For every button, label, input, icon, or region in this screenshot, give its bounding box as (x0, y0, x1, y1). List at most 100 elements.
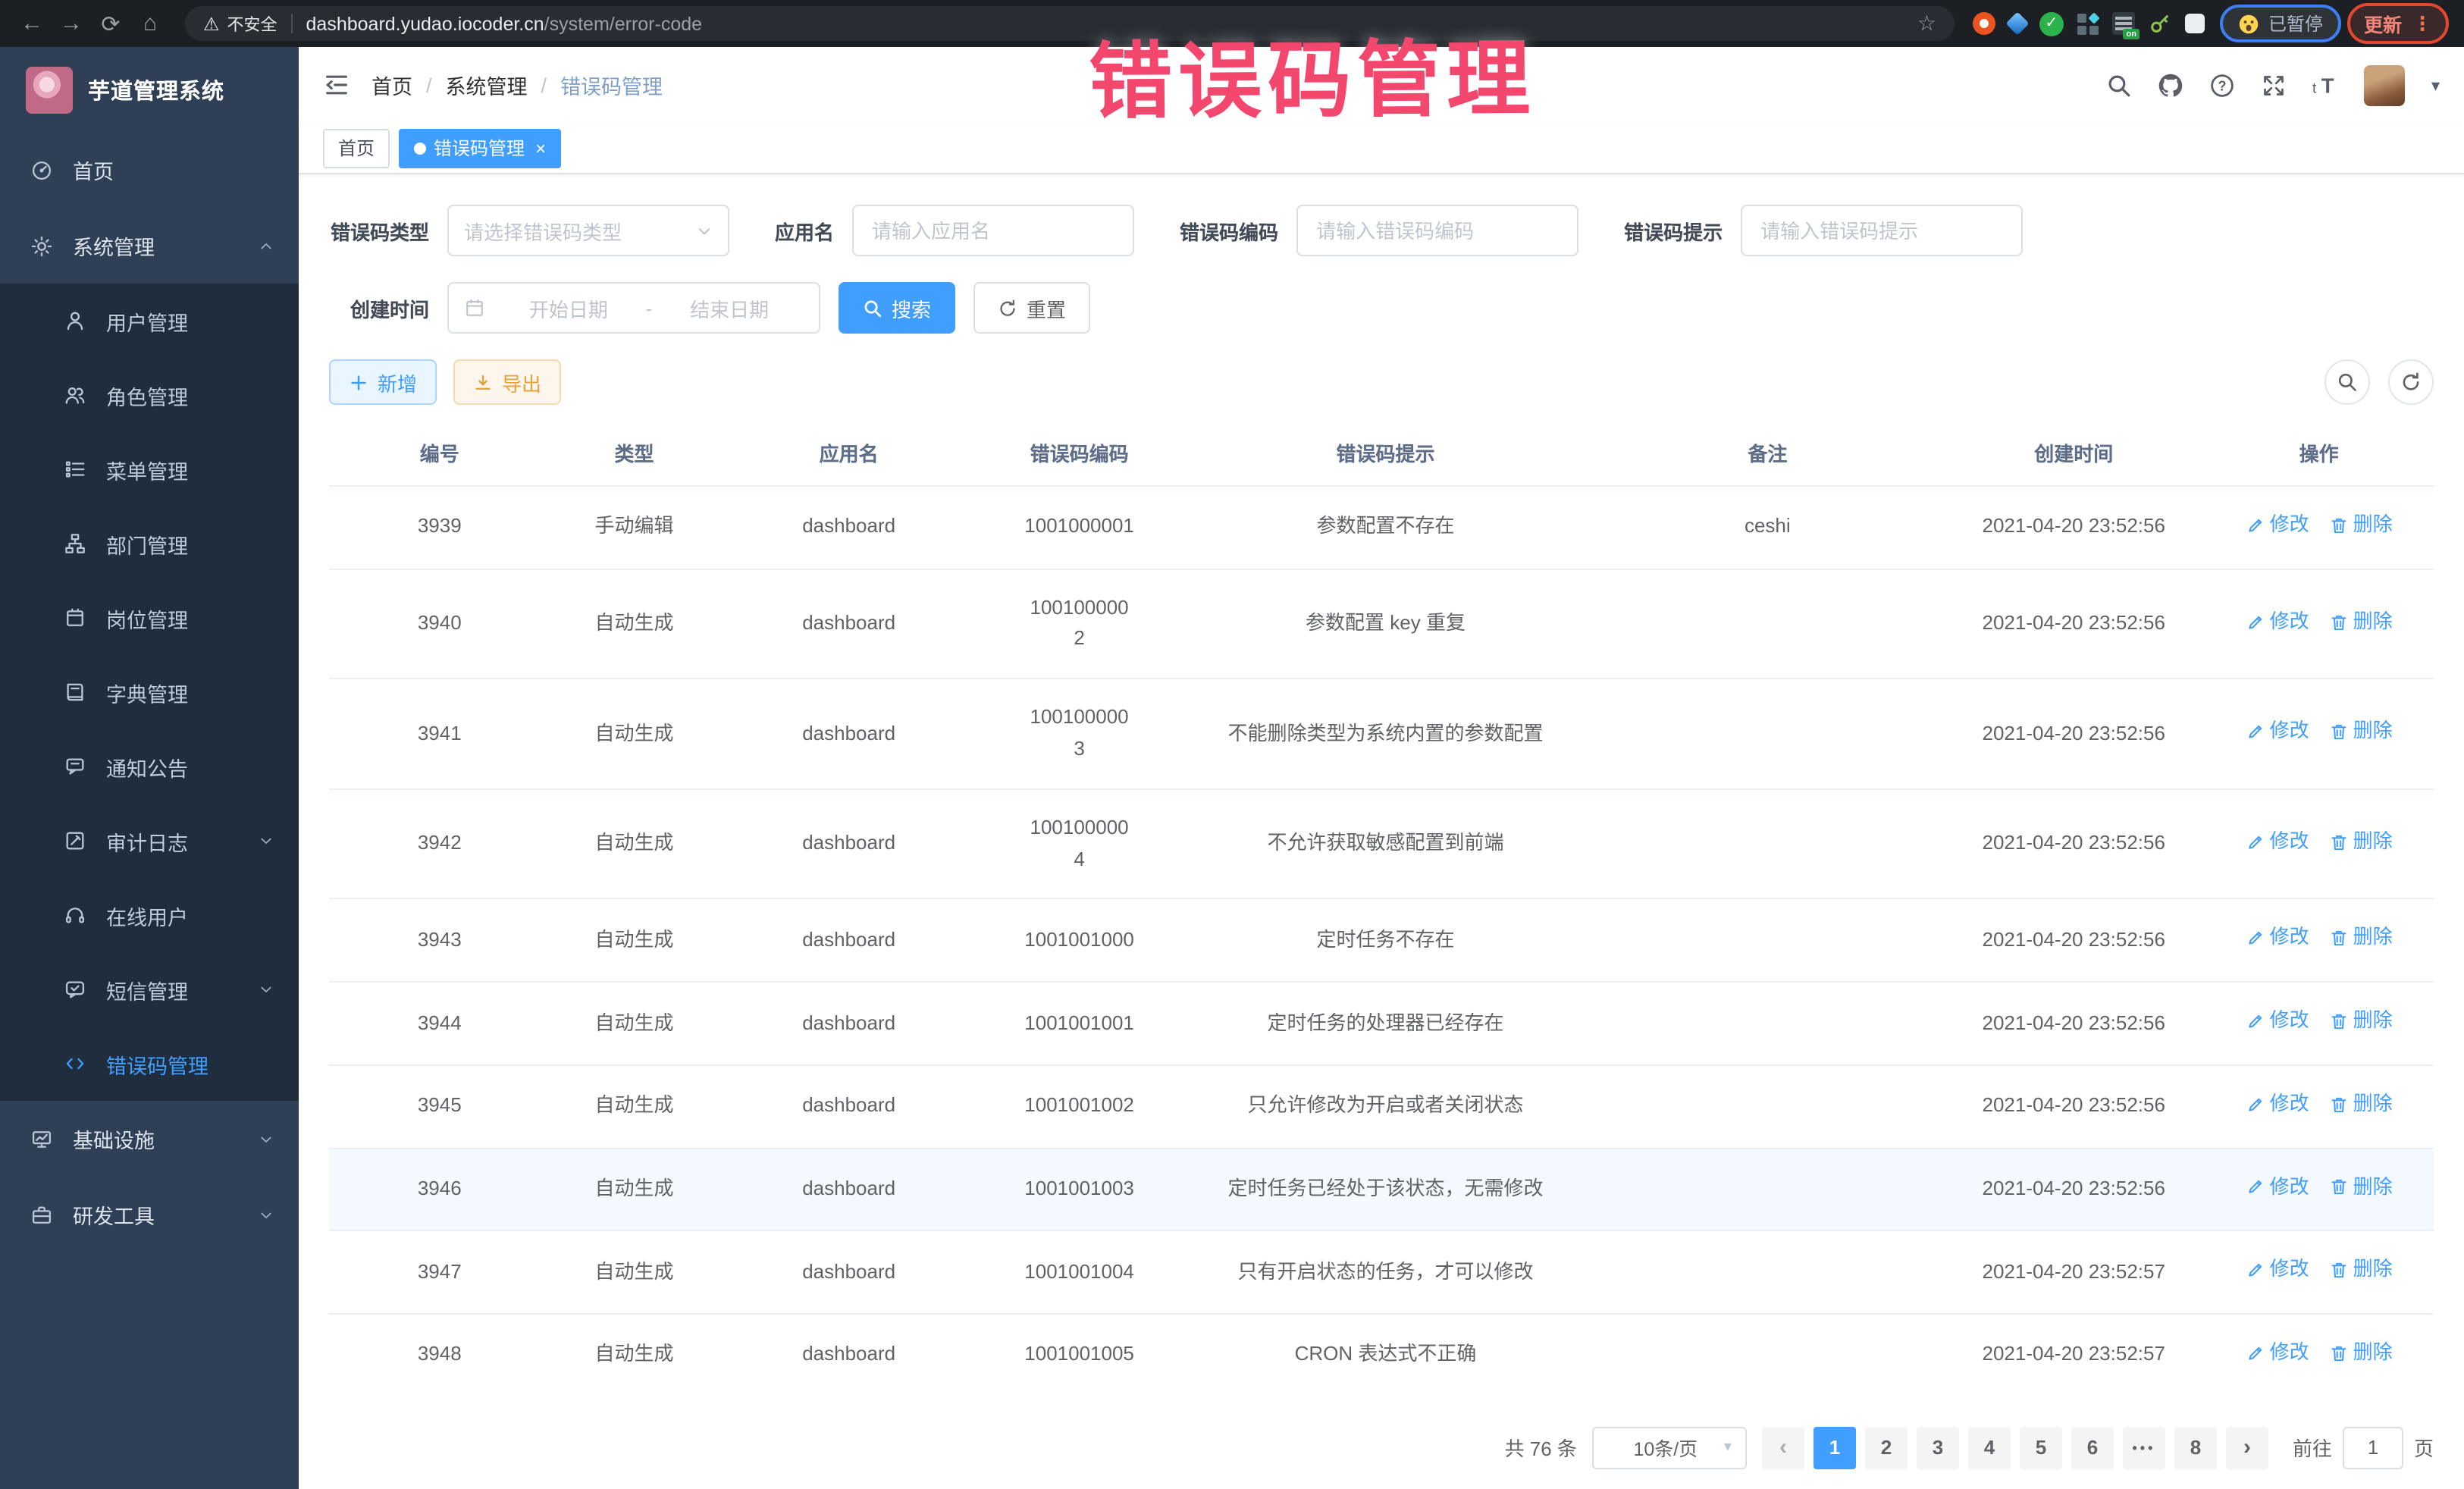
page-button-6[interactable]: 6 (2071, 1426, 2114, 1469)
tab-首页[interactable]: 首页 (323, 128, 390, 168)
back-icon[interactable]: ← (15, 11, 49, 36)
sidebar-item-system[interactable]: 系统管理 (0, 208, 299, 284)
error-message-input[interactable] (1741, 205, 2023, 256)
delete-link[interactable]: 删除 (2329, 1337, 2393, 1369)
edit-link[interactable]: 修改 (2246, 1089, 2309, 1121)
sidebar-fold-icon[interactable] (323, 71, 350, 99)
sidebar-menu: 首页系统管理用户管理角色管理菜单管理部门管理岗位管理字典管理通知公告审计日志在线… (0, 132, 299, 1252)
delete-link[interactable]: 删除 (2329, 1254, 2393, 1286)
font-size-icon[interactable]: tT (2313, 72, 2339, 98)
sidebar-item-dictionaries[interactable]: 字典管理 (0, 655, 299, 729)
next-page-button[interactable]: › (2226, 1426, 2268, 1469)
cell-created: 2021-04-20 23:52:56 (1943, 789, 2204, 899)
search-icon[interactable] (2107, 72, 2133, 98)
edit-link[interactable]: 修改 (2246, 509, 2309, 541)
extension-icon-3[interactable]: ✓ (2039, 11, 2064, 36)
reload-icon[interactable]: ⟳ (94, 10, 127, 37)
security-chip[interactable]: ⚠ 不安全 (203, 11, 277, 36)
page-button-2[interactable]: 2 (1865, 1426, 1908, 1469)
extension-icon-6[interactable] (2149, 12, 2171, 35)
page-size-select[interactable]: 10条/页 ▾ (1592, 1426, 1747, 1469)
edit-link[interactable]: 修改 (2246, 716, 2309, 748)
page-button-5[interactable]: 5 (2020, 1426, 2062, 1469)
page-button-8[interactable]: 8 (2174, 1426, 2217, 1469)
delete-link[interactable]: 删除 (2329, 606, 2393, 638)
sidebar-item-infrastructure[interactable]: 基础设施 (0, 1101, 299, 1177)
avatar-caret-icon[interactable]: ▾ (2431, 75, 2440, 95)
chevron-down-icon: ▾ (1724, 1439, 1732, 1456)
sidebar-item-sms[interactable]: 短信管理 (0, 952, 299, 1027)
breadcrumb-home[interactable]: 首页 (371, 70, 412, 100)
breadcrumb-system[interactable]: 系统管理 (446, 70, 528, 100)
refresh-icon (2400, 371, 2422, 393)
search-button[interactable]: 搜索 (839, 282, 955, 334)
edit-link[interactable]: 修改 (2246, 1337, 2309, 1369)
sidebar-item-positions[interactable]: 岗位管理 (0, 581, 299, 655)
download-icon (473, 372, 493, 392)
tab-错误码管理[interactable]: 错误码管理× (399, 128, 561, 168)
sidebar-item-departments[interactable]: 部门管理 (0, 506, 299, 581)
update-button[interactable]: 更新 ⋮ (2347, 3, 2449, 44)
bookmark-star-icon[interactable]: ☆ (1917, 11, 1936, 36)
sidebar-item-devtools[interactable]: 研发工具 (0, 1177, 299, 1252)
delete-link[interactable]: 删除 (2329, 1005, 2393, 1037)
sidebar-item-audit-logs[interactable]: 审计日志 (0, 804, 299, 878)
delete-link[interactable]: 删除 (2329, 1089, 2393, 1121)
edit-link[interactable]: 修改 (2246, 1254, 2309, 1286)
github-icon[interactable] (2158, 72, 2184, 98)
cell-code: 1001001005 (980, 1314, 1180, 1396)
error-type-select[interactable]: 请选择错误码类型 (447, 205, 729, 256)
date-range-picker[interactable]: 开始日期 - 结束日期 (447, 282, 820, 334)
sidebar-item-announcements[interactable]: 通知公告 (0, 729, 299, 804)
sidebar-item-users[interactable]: 用户管理 (0, 284, 299, 358)
cell-type: 自动生成 (550, 1065, 718, 1148)
edit-link[interactable]: 修改 (2246, 606, 2309, 638)
page-button-4[interactable]: 4 (1968, 1426, 2011, 1469)
error-code-input[interactable] (1296, 205, 1578, 256)
refresh-table-button[interactable] (2388, 359, 2434, 405)
delete-link[interactable]: 删除 (2329, 509, 2393, 541)
extension-icon-5[interactable]: on (2112, 12, 2135, 35)
page-button-3[interactable]: 3 (1917, 1426, 1959, 1469)
more-pages-button[interactable]: ••• (2123, 1426, 2165, 1469)
export-button[interactable]: 导出 (453, 359, 561, 405)
delete-icon (2329, 1177, 2349, 1197)
forward-icon[interactable]: → (55, 11, 88, 36)
delete-link[interactable]: 删除 (2329, 923, 2393, 955)
edit-link[interactable]: 修改 (2246, 1171, 2309, 1203)
cell-created: 2021-04-20 23:52:56 (1943, 1065, 2204, 1148)
prev-page-button[interactable]: ‹ (1762, 1426, 1804, 1469)
page-button-1[interactable]: 1 (1814, 1426, 1856, 1469)
breadcrumb: 首页 / 系统管理 / 错误码管理 (371, 70, 663, 100)
sidebar-item-menus[interactable]: 菜单管理 (0, 432, 299, 506)
add-button[interactable]: 新增 (329, 359, 437, 405)
reset-button[interactable]: 重置 (973, 282, 1090, 334)
sidebar-item-roles[interactable]: 角色管理 (0, 358, 299, 432)
extension-icon-2[interactable] (2005, 11, 2029, 35)
delete-link[interactable]: 删除 (2329, 826, 2393, 858)
extension-icon-4[interactable] (2077, 13, 2099, 34)
cell-actions: 修改删除 (2204, 1314, 2434, 1396)
sidebar-item-error-codes[interactable]: 错误码管理 (0, 1027, 299, 1101)
delete-link[interactable]: 删除 (2329, 716, 2393, 748)
goto-page-input[interactable] (2343, 1426, 2403, 1469)
delete-link[interactable]: 删除 (2329, 1171, 2393, 1203)
edit-link[interactable]: 修改 (2246, 1005, 2309, 1037)
user-avatar[interactable] (2365, 64, 2406, 105)
home-icon[interactable]: ⌂ (133, 11, 167, 36)
app-name-input[interactable] (852, 205, 1134, 256)
close-tab-icon[interactable]: × (535, 137, 546, 158)
sidebar-item-online-users[interactable]: 在线用户 (0, 878, 299, 952)
show-search-button[interactable] (2324, 359, 2370, 405)
kebab-menu-icon[interactable]: ⋮ (2412, 11, 2432, 36)
extension-icon-1[interactable] (1973, 12, 1995, 35)
help-icon[interactable]: ? (2210, 72, 2236, 98)
edit-link[interactable]: 修改 (2246, 923, 2309, 955)
paused-extension-pill[interactable]: 已暂停 (2220, 5, 2341, 42)
cell-remark (1592, 1230, 1944, 1313)
extension-icon-7[interactable] (2185, 14, 2205, 33)
sidebar-item-home[interactable]: 首页 (0, 132, 299, 208)
address-bar[interactable]: ⚠ 不安全 dashboard.yudao.iocoder.cn/system/… (185, 6, 1955, 41)
fullscreen-icon[interactable] (2262, 72, 2287, 98)
edit-link[interactable]: 修改 (2246, 826, 2309, 858)
